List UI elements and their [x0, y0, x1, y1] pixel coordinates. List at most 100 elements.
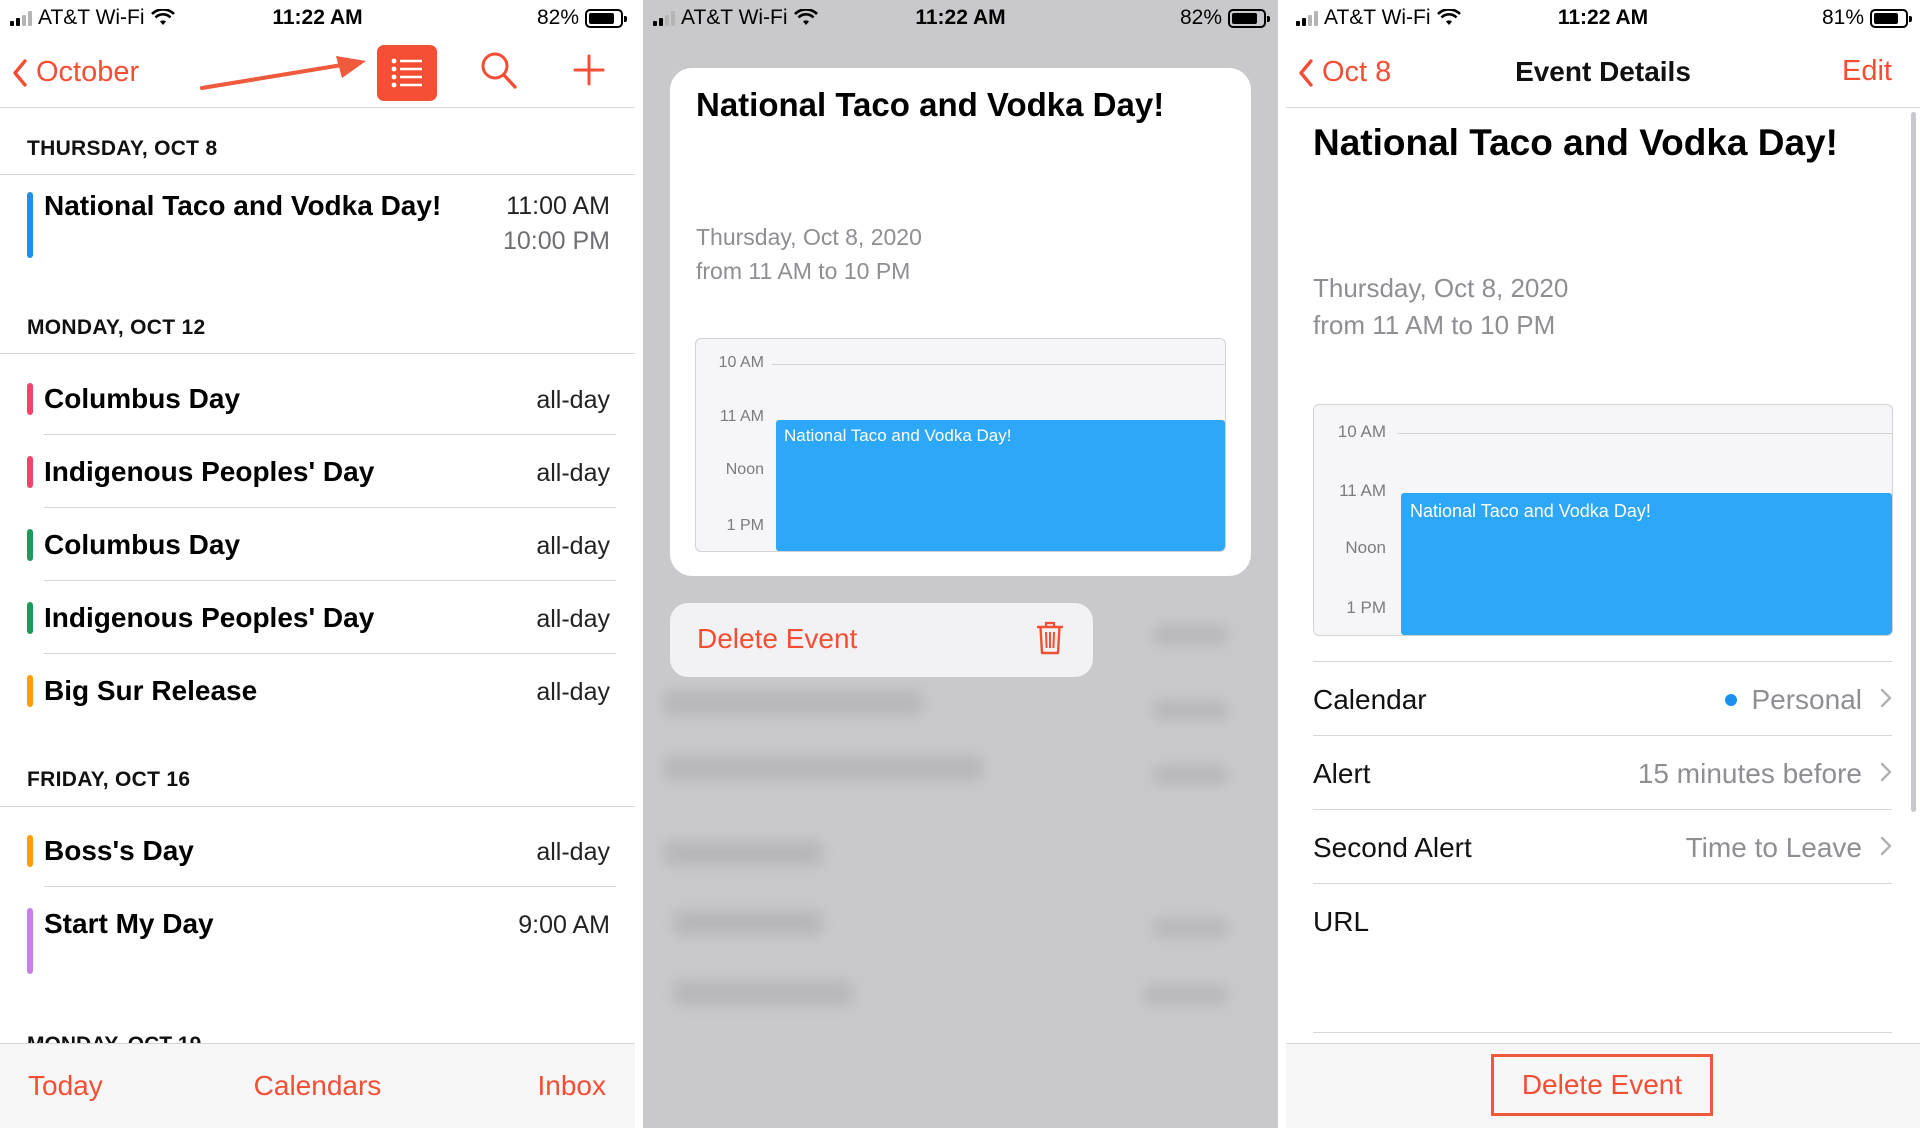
battery-icon [585, 8, 627, 28]
event-time: 9:00 AM [518, 911, 610, 939]
event-start-time: 11:00 AM [506, 192, 610, 220]
section-heading: FRIDAY, OCT 16 [27, 768, 191, 791]
hour-label: 1 PM [726, 517, 764, 534]
calendar-color-bar [27, 529, 33, 561]
event-title: National Taco and Vodka Day! [44, 190, 442, 221]
annotation-arrow-icon [200, 56, 366, 90]
event-row[interactable]: Big Sur Release all-day [27, 654, 610, 727]
event-time: all-day [536, 532, 610, 560]
blurred-background [1153, 765, 1228, 785]
calendar-color-bar [27, 192, 33, 258]
scrollbar[interactable] [1911, 112, 1916, 812]
event-details-screen: AT&T Wi-Fi 11:22 AM 81% Oct 8 Event Deta… [1286, 0, 1920, 1128]
row-value: Time to Leave [1685, 832, 1862, 863]
timeline-event: National Taco and Vodka Day! [776, 420, 1225, 551]
hour-label: 1 PM [1346, 598, 1386, 617]
divider [0, 353, 635, 354]
event-time: all-day [536, 386, 610, 414]
battery-percent: 82% [1179, 6, 1222, 29]
calendar-color-bar [27, 835, 33, 867]
divider [0, 806, 635, 807]
event-row[interactable]: Start My Day 9:00 AM [27, 887, 610, 977]
event-row[interactable]: Boss's Day all-day [27, 814, 616, 887]
search-icon[interactable] [480, 51, 518, 91]
preview-title: National Taco and Vodka Day! [696, 86, 1165, 123]
battery-percent: 81% [1821, 6, 1864, 29]
inbox-button[interactable]: Inbox [538, 1070, 607, 1102]
hour-label: 11 AM [1339, 481, 1386, 500]
list-view-button[interactable] [377, 45, 437, 101]
row-value: Personal [1751, 684, 1862, 715]
calendar-color-bar [27, 675, 33, 707]
row-label: Second Alert [1313, 832, 1472, 863]
blurred-background [663, 755, 983, 781]
delete-event-button[interactable]: Delete Event [1491, 1054, 1713, 1116]
blurred-background [1153, 625, 1228, 645]
hour-label: Noon [1345, 538, 1386, 557]
event-end-time: 10:00 PM [502, 227, 610, 255]
blurred-background [1153, 700, 1228, 720]
day-timeline: 10 AM 11 AM Noon 1 PM National Taco and … [695, 338, 1226, 552]
calendar-color-bar [27, 602, 33, 634]
event-row[interactable]: Columbus Day all-day [27, 508, 616, 581]
blurred-background [673, 980, 853, 1006]
event-title: Columbus Day [44, 529, 241, 560]
event-preview-screen: AT&T Wi-Fi 11:22 AM 82% National Taco an… [643, 0, 1278, 1128]
chevron-left-icon [13, 58, 27, 87]
trash-icon [1037, 621, 1063, 655]
second-alert-row[interactable]: Second Alert Time to Leave [1313, 809, 1892, 883]
event-time: all-day [536, 605, 610, 633]
panel-divider [1278, 0, 1286, 1128]
event-row[interactable]: National Taco and Vodka Day! 11:00 AM 10… [27, 190, 610, 270]
timeline-event: National Taco and Vodka Day! [1401, 493, 1892, 635]
hour-label: 10 AM [1337, 422, 1386, 441]
event-title: Start My Day [44, 908, 214, 939]
bottom-toolbar: Delete Event [1286, 1043, 1920, 1128]
back-label: October [36, 56, 140, 88]
row-label: Calendar [1313, 684, 1427, 715]
event-time: all-day [536, 678, 610, 706]
event-time: all-day [536, 838, 610, 866]
day-timeline: 10 AM 11 AM Noon 1 PM National Taco and … [1313, 404, 1893, 636]
event-row[interactable]: Indigenous Peoples' Day all-day [27, 581, 616, 654]
event-title: Indigenous Peoples' Day [44, 456, 375, 487]
edit-button[interactable]: Edit [1842, 55, 1892, 88]
event-row[interactable]: Columbus Day all-day [27, 362, 616, 435]
event-row[interactable]: Indigenous Peoples' Day all-day [27, 435, 616, 508]
panel-divider [635, 0, 643, 1128]
calendar-color-bar [27, 456, 33, 488]
url-row[interactable]: URL [1313, 883, 1892, 1033]
preview-date: Thursday, Oct 8, 2020 [696, 224, 922, 250]
event-title: Columbus Day [44, 383, 241, 414]
delete-event-label: Delete Event [697, 623, 858, 654]
calendar-row[interactable]: Calendar Personal [1313, 661, 1892, 735]
row-label: URL [1313, 906, 1370, 937]
event-preview-card[interactable]: National Taco and Vodka Day! Thursday, O… [670, 68, 1251, 576]
battery-percent: 82% [536, 6, 579, 29]
list-icon [391, 58, 422, 88]
calendar-color-bar [27, 908, 33, 974]
alert-row[interactable]: Alert 15 minutes before [1313, 735, 1892, 809]
row-value: 15 minutes before [1637, 758, 1862, 789]
hour-label: Noon [725, 461, 764, 478]
nav-title: Event Details [1515, 56, 1691, 87]
status-bar: AT&T Wi-Fi 11:22 AM 81% [1286, 0, 1920, 36]
blurred-background [1153, 918, 1228, 938]
calendar-color-dot [1725, 694, 1738, 706]
calendar-list-screen: AT&T Wi-Fi 11:22 AM 82% October THURSDAY… [0, 0, 635, 1128]
hour-label: 11 AM [719, 408, 764, 425]
plus-icon[interactable] [573, 54, 605, 86]
event-title: Boss's Day [44, 835, 194, 866]
divider [0, 174, 635, 175]
blurred-background [673, 910, 823, 936]
back-button[interactable]: October [12, 56, 139, 89]
event-title: National Taco and Vodka Day! [1313, 122, 1838, 163]
chevron-right-icon [1880, 762, 1892, 782]
event-title: Indigenous Peoples' Day [44, 602, 375, 633]
blurred-background [663, 690, 923, 716]
event-date: Thursday, Oct 8, 2020 [1313, 273, 1569, 303]
section-heading: MONDAY, OCT 12 [27, 316, 206, 339]
calendar-color-bar [27, 383, 33, 415]
event-time-range: from 11 AM to 10 PM [1313, 310, 1556, 340]
delete-event-action[interactable]: Delete Event [670, 603, 1093, 677]
